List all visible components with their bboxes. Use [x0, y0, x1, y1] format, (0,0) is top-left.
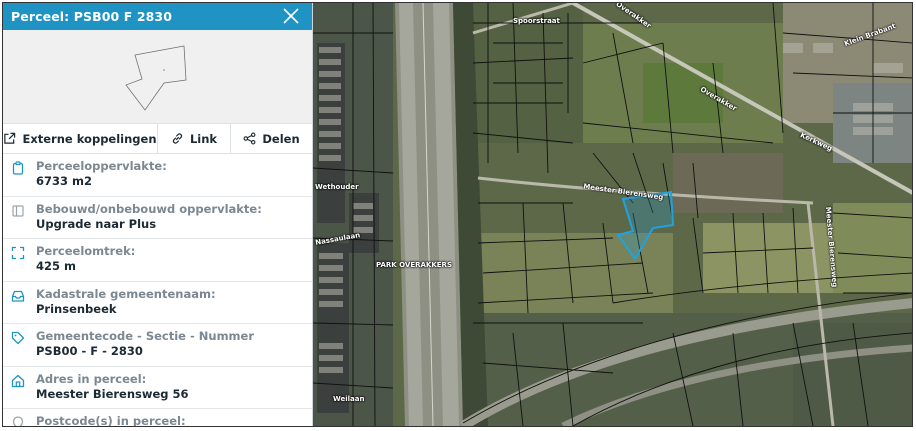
parcel-info-panel: Perceel: PSB00 F 2830 Externe koppelinge… — [3, 3, 313, 426]
link-label: Link — [189, 131, 218, 146]
street-label: Weilaan — [333, 395, 365, 403]
property-value: 425 m — [36, 259, 76, 273]
satellite-map[interactable]: Spoorstraat Overakker Overakker Klein Br… — [313, 3, 913, 426]
external-links-button[interactable]: Externe koppelingen — [3, 124, 158, 153]
street-label: Wethouder — [315, 183, 359, 191]
property-label: Perceeloppervlakte: — [36, 159, 167, 173]
action-bar: Externe koppelingen Link Delen — [3, 124, 312, 154]
property-value: 6733 m2 — [36, 174, 92, 188]
property-value: Prinsenbeek — [36, 301, 117, 316]
property-row-code: Gemeentecode - Sectie - Nummer PSB00 - F… — [3, 324, 312, 367]
square-icon — [11, 203, 27, 219]
property-value: PSB00 - F - 2830 — [36, 344, 143, 358]
map-canvas[interactable] — [313, 3, 913, 426]
home-icon — [11, 373, 27, 389]
property-row-municipality: Kadastrale gemeentenaam: Prinsenbeek — [3, 282, 312, 324]
street-label: Spoorstraat — [513, 17, 560, 25]
share-icon — [243, 132, 256, 145]
close-button[interactable] — [280, 5, 302, 27]
parcel-shape-preview — [3, 30, 312, 124]
share-label: Delen — [262, 131, 300, 146]
property-label: Kadastrale gemeentenaam: — [36, 286, 216, 301]
property-row-area: Perceeloppervlakte: 6733 m2 — [3, 154, 312, 197]
link-button[interactable]: Link — [158, 124, 231, 153]
property-row-perimeter: Perceelomtrek: 425 m — [3, 239, 312, 282]
parcel-outline-drawing — [125, 45, 187, 111]
property-label: Postcode(s) in perceel: — [36, 414, 186, 426]
pin-icon — [11, 415, 27, 426]
close-icon — [283, 8, 299, 24]
external-link-icon — [4, 132, 16, 144]
external-links-label: Externe koppelingen — [22, 131, 157, 146]
app-frame: Perceel: PSB00 F 2830 Externe koppelinge… — [2, 2, 913, 427]
property-label: Adres in perceel: — [36, 371, 147, 386]
inbox-icon — [11, 288, 27, 304]
clipboard-icon — [11, 160, 27, 176]
panel-title: Perceel: PSB00 F 2830 — [11, 9, 173, 24]
property-value: Meester Bierensweg 56 — [36, 386, 189, 401]
panel-header: Perceel: PSB00 F 2830 — [3, 3, 312, 30]
park-label: PARK OVERAKKERS — [376, 261, 452, 269]
frame-corners-icon — [11, 245, 27, 261]
share-button[interactable]: Delen — [231, 124, 312, 153]
property-row-built-area: Bebouwd/onbebouwd oppervlakte: Upgrade n… — [3, 197, 312, 239]
upgrade-link[interactable]: Upgrade naar Plus — [36, 216, 262, 232]
tag-icon — [11, 330, 27, 346]
property-label: Gemeentecode - Sectie - Nummer — [36, 329, 255, 343]
property-label: Bebouwd/onbebouwd oppervlakte: — [36, 201, 262, 216]
property-row-address: Adres in perceel: Meester Bierensweg 56 — [3, 367, 312, 409]
property-label: Perceelomtrek: — [36, 244, 136, 258]
property-row-postcode: Postcode(s) in perceel: — [3, 409, 312, 426]
chain-link-icon — [172, 133, 183, 144]
